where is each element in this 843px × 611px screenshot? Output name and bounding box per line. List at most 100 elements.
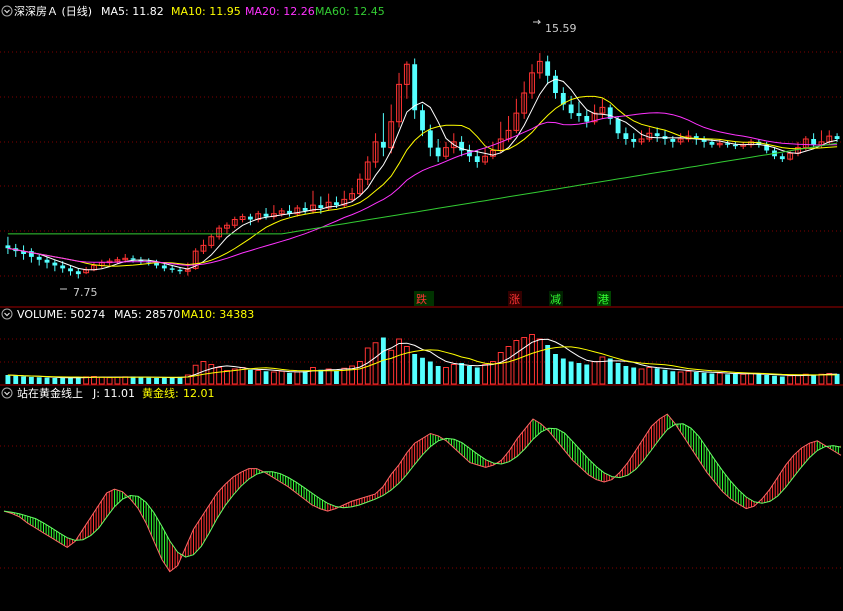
volume-bar bbox=[98, 376, 105, 385]
volume-header: VOLUME: 50274 MA5: 28570 MA10: 34383 bbox=[1, 308, 254, 321]
indicator-header: 站在黄金线上 J: 11.01 黄金线: 12.01 bbox=[1, 386, 215, 400]
candle-body bbox=[474, 156, 480, 162]
event-marker-4[interactable]: 港 bbox=[597, 291, 611, 306]
volume-bar bbox=[740, 373, 747, 385]
chevron-down-icon bbox=[4, 9, 10, 14]
volume-bar bbox=[467, 366, 472, 384]
candle-body bbox=[631, 139, 637, 142]
volume-bar bbox=[161, 377, 167, 384]
volume-bar bbox=[231, 368, 238, 385]
indicator-j-label: J: 11.01 bbox=[92, 387, 135, 400]
event-marker-1[interactable]: 跌 bbox=[414, 291, 434, 306]
volume-ma10-label: MA10: 34383 bbox=[181, 308, 254, 321]
volume-bar bbox=[169, 377, 175, 384]
golden-line-label: 黄金线: bbox=[142, 386, 179, 400]
candle-body bbox=[60, 265, 66, 269]
volume-bar bbox=[114, 376, 121, 385]
volume-bar bbox=[505, 346, 512, 385]
volume-bar bbox=[772, 375, 777, 384]
volume-bar bbox=[646, 367, 653, 385]
volume-bar bbox=[200, 361, 207, 385]
candle-body bbox=[545, 61, 551, 76]
volume-bar bbox=[302, 371, 308, 384]
volume-bar bbox=[216, 367, 223, 385]
volume-bar bbox=[287, 372, 292, 384]
candle-body bbox=[68, 268, 73, 272]
candle-body bbox=[670, 139, 676, 142]
volume-bar bbox=[208, 364, 215, 385]
volume-bar bbox=[732, 373, 738, 384]
candle-body bbox=[380, 141, 386, 148]
volume-bar bbox=[443, 367, 449, 385]
collapse-icon[interactable] bbox=[1, 387, 13, 399]
volume-bar bbox=[560, 358, 566, 384]
volume-bar bbox=[5, 375, 11, 384]
candle-body bbox=[811, 139, 817, 145]
volume-bar bbox=[568, 361, 574, 384]
ma5-label: MA5: 11.82 bbox=[101, 5, 164, 18]
candle-body bbox=[709, 141, 715, 145]
volume-bar bbox=[474, 367, 480, 384]
volume-bar bbox=[584, 364, 590, 384]
volume-bar bbox=[356, 361, 363, 385]
volume-bar bbox=[403, 346, 410, 385]
candle-body bbox=[615, 118, 621, 134]
volume-bar bbox=[779, 376, 785, 384]
indicator-panel bbox=[3, 413, 842, 573]
volume-bar bbox=[60, 378, 66, 384]
volume-bar bbox=[709, 373, 715, 384]
volume-bar bbox=[420, 357, 425, 384]
candle-body bbox=[412, 64, 418, 111]
candle-body bbox=[169, 268, 175, 270]
volume-bar bbox=[75, 377, 81, 384]
volume-bar bbox=[670, 371, 676, 384]
volume-bar bbox=[459, 363, 465, 384]
volume-bar bbox=[450, 364, 457, 385]
candle-body bbox=[44, 259, 50, 263]
candle-body bbox=[75, 271, 81, 275]
volume-bar bbox=[638, 368, 645, 385]
ma60-label: MA60: 12.45 bbox=[315, 5, 385, 18]
candle-body bbox=[623, 133, 629, 139]
candle-body bbox=[177, 269, 183, 272]
volume-bar bbox=[795, 374, 801, 385]
candle-body bbox=[834, 136, 840, 139]
event-marker-text: 港 bbox=[598, 293, 609, 306]
candle-body bbox=[435, 147, 441, 157]
volume-bar bbox=[106, 377, 113, 385]
low-price-label: 7.75 bbox=[73, 286, 98, 299]
price-annotations: 15.59 7.75 跌 涨 减 港 bbox=[60, 19, 611, 306]
volume-bar bbox=[677, 371, 684, 385]
volume-bar bbox=[756, 374, 762, 384]
candle-body bbox=[5, 245, 11, 249]
candle-body bbox=[553, 75, 558, 93]
event-marker-3[interactable]: 减 bbox=[549, 291, 563, 306]
event-marker-2[interactable]: 涨 bbox=[508, 291, 522, 306]
chevron-down-icon bbox=[4, 312, 10, 317]
volume-bar bbox=[662, 369, 668, 384]
volume-bar bbox=[497, 352, 504, 385]
stock-title: 深深房Ａ (日线) bbox=[14, 4, 92, 18]
volume-bar bbox=[716, 372, 723, 385]
golden-line-value: 12.01 bbox=[183, 387, 215, 400]
stock-chart: 深深房Ａ (日线) MA5: 11.82 MA10: 11.95 MA20: 1… bbox=[0, 4, 843, 573]
volume-bar bbox=[278, 370, 285, 385]
volume-value-label: VOLUME: 50274 bbox=[17, 308, 105, 321]
volume-bar bbox=[52, 378, 58, 384]
volume-bar bbox=[764, 375, 770, 384]
candle-body bbox=[318, 205, 324, 208]
volume-bar bbox=[701, 372, 707, 384]
volume-panel bbox=[5, 334, 840, 385]
volume-bar bbox=[294, 371, 301, 385]
candle-body bbox=[161, 265, 167, 269]
event-marker-text: 涨 bbox=[509, 293, 520, 306]
volume-bar bbox=[44, 377, 50, 384]
volume-bar bbox=[654, 368, 660, 384]
volume-bar bbox=[818, 373, 825, 385]
volume-bar bbox=[631, 367, 637, 384]
event-marker-text: 减 bbox=[550, 293, 561, 306]
volume-bar bbox=[325, 368, 332, 385]
collapse-icon[interactable] bbox=[1, 308, 13, 320]
collapse-icon[interactable] bbox=[1, 5, 13, 17]
volume-bar bbox=[247, 369, 253, 384]
